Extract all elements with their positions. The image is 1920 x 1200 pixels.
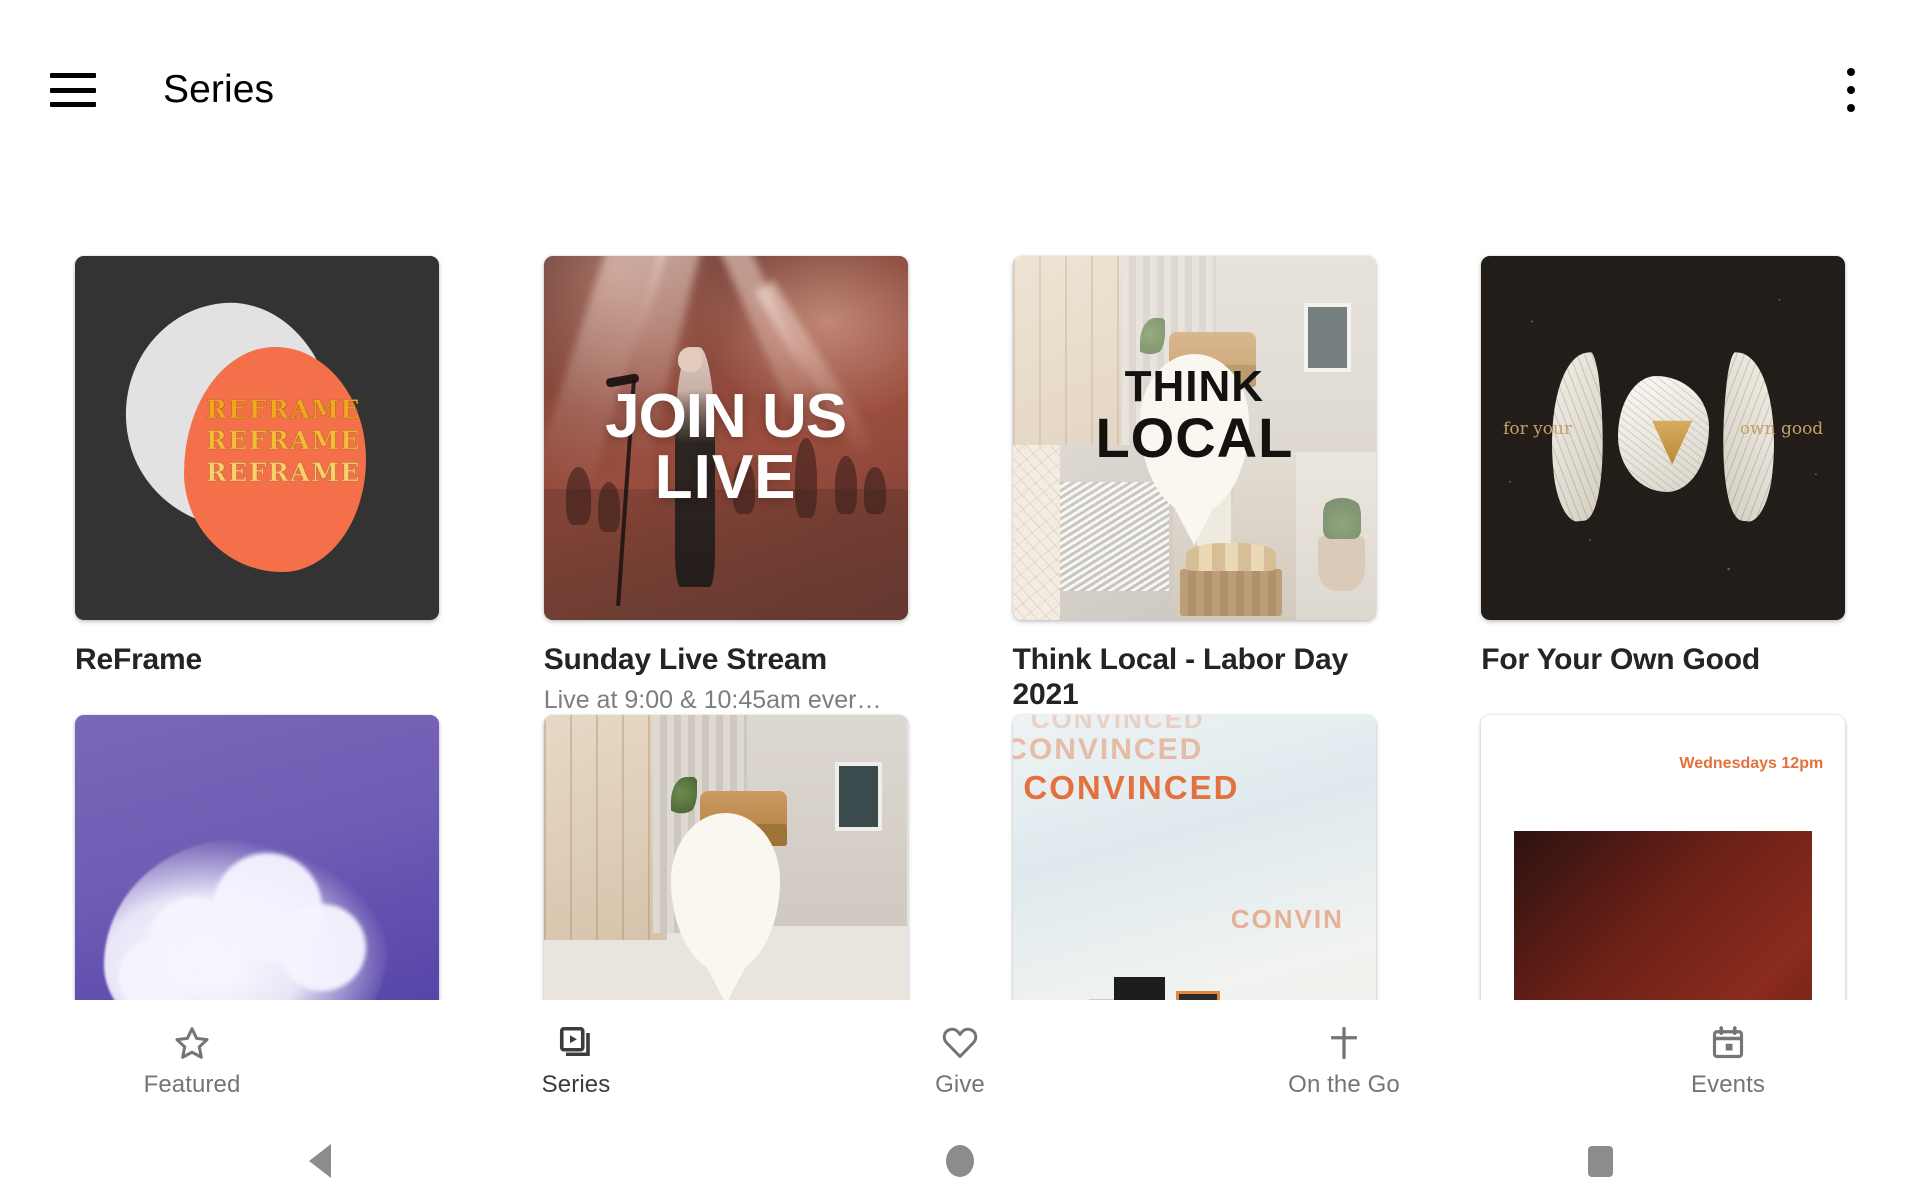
app-bar: Series bbox=[0, 0, 1920, 180]
calendar-icon bbox=[1710, 1024, 1746, 1062]
hamburger-menu-icon[interactable] bbox=[50, 73, 96, 107]
tab-featured[interactable]: Featured bbox=[0, 1024, 384, 1099]
tab-label: Events bbox=[1691, 1070, 1765, 1098]
tab-label: On the Go bbox=[1288, 1070, 1400, 1098]
back-button[interactable] bbox=[245, 1144, 395, 1178]
tab-series[interactable]: Series bbox=[384, 1024, 768, 1099]
reframe-word-2: REFRAME bbox=[205, 426, 361, 456]
tab-give[interactable]: Give bbox=[768, 1024, 1152, 1099]
bottom-tab-bar: Featured Series Give On the Go Events bbox=[0, 1000, 1920, 1122]
think-local-word-1: THINK bbox=[1124, 362, 1265, 412]
join-us-live-artwork: JOIN US LIVE bbox=[543, 256, 908, 620]
android-navigation-bar bbox=[0, 1122, 1920, 1200]
own-good-text: own good bbox=[1739, 418, 1824, 439]
series-title: Think Local - Labor Day 2021 bbox=[1012, 642, 1349, 711]
more-vertical-icon[interactable] bbox=[1834, 68, 1868, 112]
tab-on-the-go[interactable]: On the Go bbox=[1152, 1024, 1536, 1099]
star-icon bbox=[173, 1024, 211, 1062]
tab-label: Featured bbox=[143, 1070, 241, 1098]
live-word-2: LIVE bbox=[654, 442, 797, 512]
series-card-sunday-live-stream[interactable]: JOIN US LIVE Sunday Live Stream Live at … bbox=[543, 256, 908, 715]
convinced-word-1: CONVINCED bbox=[1030, 714, 1205, 734]
series-card-think-local[interactable]: THINK LOCAL Think Local - Labor Day 2021 bbox=[1012, 256, 1377, 715]
for-your-text: for your bbox=[1503, 418, 1573, 439]
think-local-wordmark: THINK LOCAL bbox=[1013, 362, 1377, 470]
reframe-word-3: REFRAME bbox=[205, 457, 361, 487]
diamond-icon bbox=[1652, 420, 1693, 465]
convinced-word-4: CONVIN bbox=[1230, 903, 1344, 934]
series-thumbnail[interactable]: REFRAME REFRAME REFRAME bbox=[75, 256, 439, 620]
tab-label: Series bbox=[541, 1070, 611, 1098]
think-local-artwork: THINK LOCAL bbox=[1012, 256, 1377, 620]
live-word-1: JOIN US bbox=[605, 381, 847, 451]
series-title: Sunday Live Stream bbox=[543, 642, 827, 676]
page-title: Series bbox=[163, 68, 275, 111]
wednesdays-label: Wednesdays 12pm bbox=[1679, 754, 1824, 772]
convinced-word-2: CONVINCED bbox=[1012, 733, 1204, 767]
series-icon bbox=[558, 1024, 594, 1062]
think-local-word-2: LOCAL bbox=[1095, 406, 1294, 470]
recents-button[interactable] bbox=[1525, 1145, 1675, 1177]
for-your-own-good-artwork: for your own good bbox=[1481, 256, 1845, 620]
tab-events[interactable]: Events bbox=[1536, 1024, 1920, 1099]
series-thumbnail[interactable]: for your own good bbox=[1481, 256, 1845, 620]
series-card-reframe[interactable]: REFRAME REFRAME REFRAME ReFrame bbox=[75, 256, 439, 715]
convinced-word-3: CONVINCED bbox=[1023, 769, 1240, 807]
series-thumbnail[interactable]: THINK LOCAL bbox=[1012, 256, 1377, 620]
live-wordmark: JOIN US LIVE bbox=[544, 381, 908, 512]
series-title: ReFrame bbox=[75, 642, 202, 676]
reframe-artwork: REFRAME REFRAME REFRAME bbox=[75, 256, 439, 620]
heart-icon bbox=[941, 1024, 979, 1062]
reframe-wordmark: REFRAME REFRAME REFRAME bbox=[206, 394, 361, 488]
series-subtitle: Live at 9:00 & 10:45am ever… bbox=[543, 685, 882, 714]
tab-label: Give bbox=[935, 1070, 985, 1098]
series-title: For Your Own Good bbox=[1481, 642, 1761, 676]
reframe-word-1: REFRAME bbox=[205, 395, 361, 425]
series-thumbnail[interactable]: JOIN US LIVE bbox=[543, 256, 908, 620]
cross-icon bbox=[1326, 1024, 1362, 1062]
crystal-icon bbox=[1617, 376, 1709, 493]
home-button[interactable] bbox=[885, 1145, 1035, 1177]
app-root: Series REFRAME REFRAME REFRAME ReFrame J… bbox=[0, 0, 1920, 1200]
series-card-for-your-own-good[interactable]: for your own good For Your Own Good bbox=[1481, 256, 1845, 715]
